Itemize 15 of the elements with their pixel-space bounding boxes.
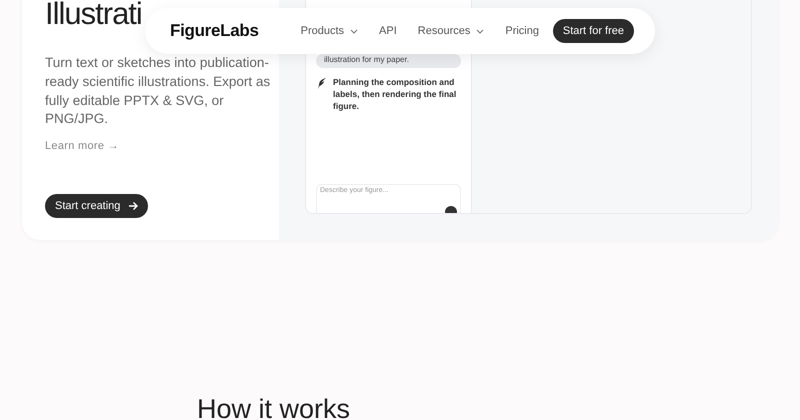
start-for-free-button[interactable]: Start for free: [552, 19, 634, 43]
nav-link[interactable]: API: [379, 25, 397, 37]
feather-icon: [318, 78, 327, 89]
arrow-icon: [128, 201, 138, 212]
section-heading: How it works: [197, 394, 350, 420]
logo[interactable]: FigureLabs: [170, 21, 259, 41]
nav-link[interactable]: Pricing: [505, 25, 539, 37]
nav-link[interactable]: Resources: [418, 25, 484, 37]
user-message: illustration for my paper.: [316, 54, 461, 68]
hero-description: Turn text or sketches into publication-ready scientific illustrations. Export as fully editable PPTX & SVG, or PNG/JPG.: [45, 54, 272, 128]
learn-more-link[interactable]: Learn more →: [45, 140, 279, 152]
assistant-message: Planning the composition and labels, then rendering the final figure.: [333, 76, 458, 112]
hero-title: Illustrati: [45, 0, 142, 33]
start-creating-button[interactable]: Start creating: [45, 194, 148, 218]
nav-link[interactable]: Products: [300, 25, 358, 37]
